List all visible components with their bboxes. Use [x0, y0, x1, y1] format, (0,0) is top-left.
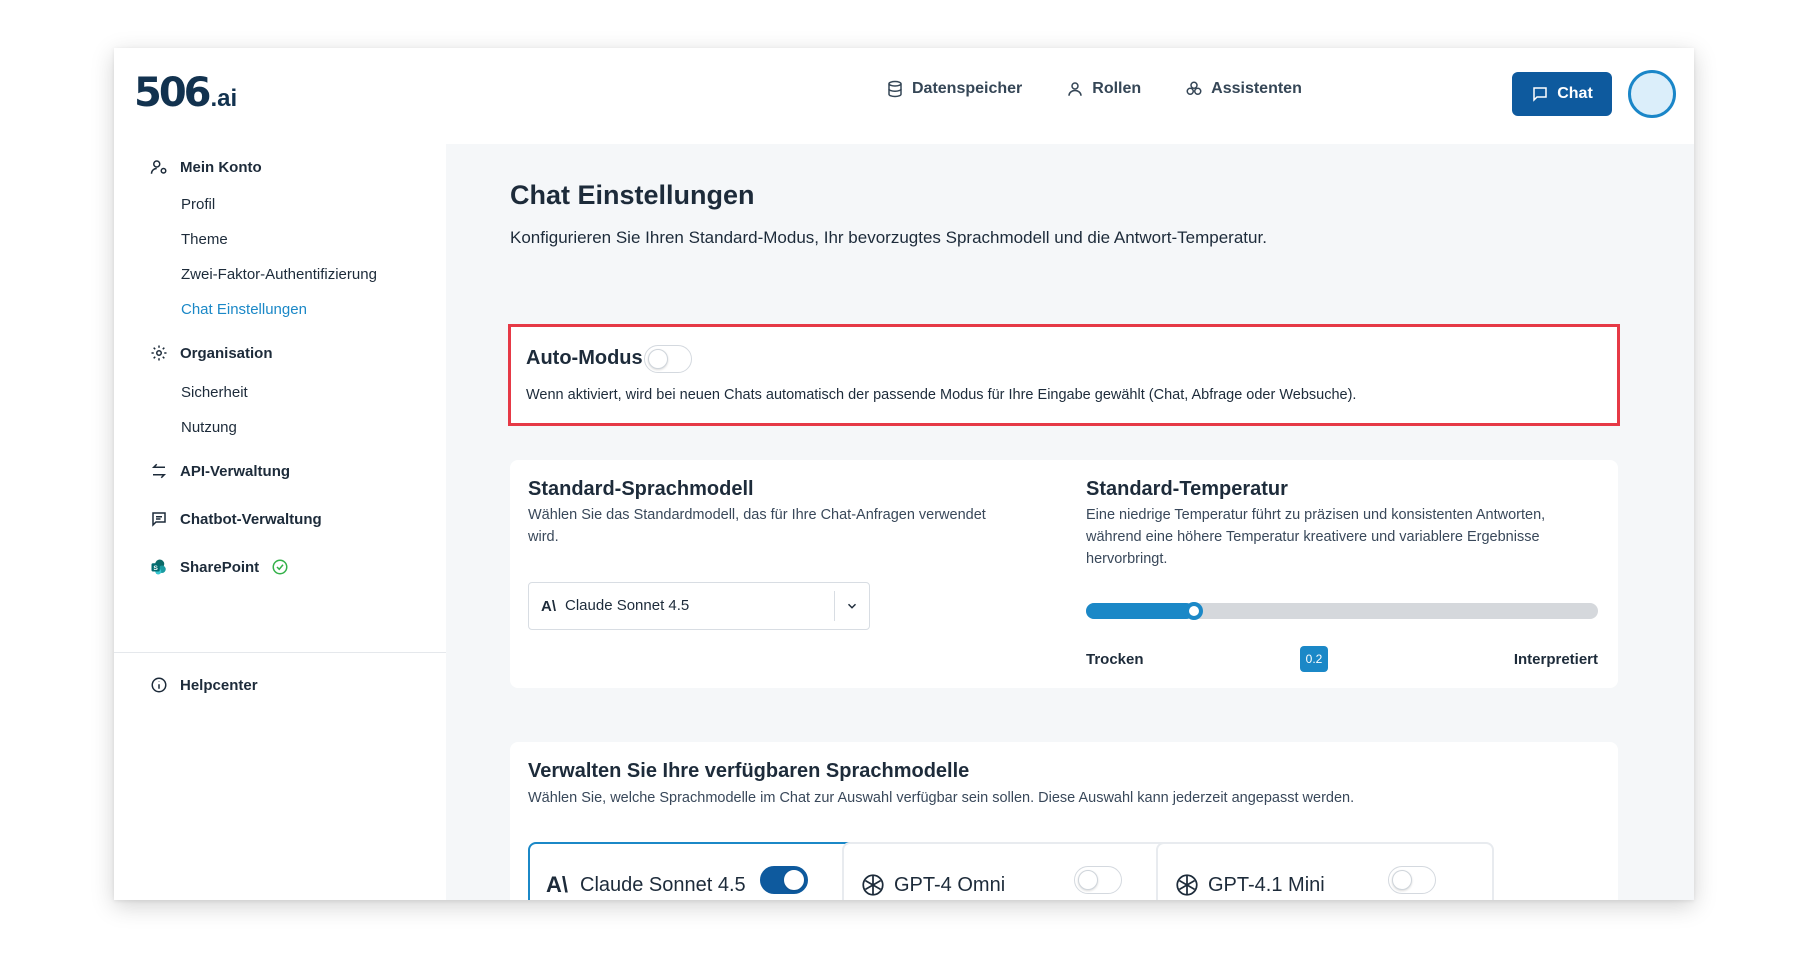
sidebar-group-label: API-Verwaltung	[180, 462, 291, 480]
available-models-card: Verwalten Sie Ihre verfügbaren Sprachmod…	[510, 742, 1618, 900]
chat-button-label: Chat	[1557, 85, 1593, 102]
toggle-knob	[1392, 870, 1412, 890]
sidebar-group-label: SharePoint	[180, 558, 260, 576]
auto-mode-title: Auto-Modus	[526, 347, 643, 369]
page-subtitle: Konfigurieren Sie Ihren Standard-Modus, …	[510, 228, 1267, 247]
sidebar-group-api[interactable]: API-Verwaltung	[150, 462, 290, 480]
default-model-title: Standard-Sprachmodell	[528, 478, 754, 500]
sidebar-item-profil[interactable]: Profil	[181, 196, 215, 213]
assistants-icon	[1186, 81, 1202, 95]
temperature-value-badge: 0.2	[1300, 646, 1328, 672]
anthropic-icon: A\	[541, 598, 556, 615]
nav-rollen-label: Rollen	[1092, 80, 1142, 97]
sidebar-divider	[114, 652, 446, 653]
toggle-knob	[1078, 870, 1098, 890]
avatar[interactable]	[1628, 70, 1676, 118]
sidebar-group-helpcenter[interactable]: Helpcenter	[150, 676, 258, 694]
chat-button[interactable]: Chat	[1512, 72, 1612, 116]
gear-icon	[151, 345, 167, 361]
sidebar-group-mein-konto[interactable]: Mein Konto	[150, 158, 262, 176]
model-toggle[interactable]	[1388, 866, 1436, 894]
info-icon	[151, 677, 167, 693]
message-icon	[152, 512, 166, 527]
nav-assistenten[interactable]: Assistenten	[1185, 80, 1302, 98]
app-window: 506 .ai Datenspeicher Rollen Assistenten…	[114, 48, 1694, 900]
model-toggle[interactable]	[1074, 866, 1122, 894]
top-header: 506 .ai Datenspeicher Rollen Assistenten…	[114, 48, 1694, 144]
model-card-gpt-4-omni[interactable]: GPT-4 Omni	[842, 842, 1180, 900]
sidebar-item-sicherheit[interactable]: Sicherheit	[181, 384, 248, 401]
default-model-select[interactable]: A\ Claude Sonnet 4.5	[528, 582, 870, 630]
sidebar-group-label: Organisation	[180, 344, 273, 362]
sharepoint-icon: S	[151, 559, 166, 575]
model-name: GPT-4 Omni	[894, 874, 1006, 896]
top-nav: Datenspeicher Rollen Assistenten	[886, 80, 1302, 98]
sidebar-group-organisation[interactable]: Organisation	[150, 344, 273, 362]
toggle-knob	[784, 870, 804, 890]
slider-thumb[interactable]	[1185, 602, 1203, 620]
swap-arrows-icon	[151, 463, 167, 479]
temperature-title: Standard-Temperatur	[1086, 478, 1288, 500]
chevron-down-icon	[847, 603, 857, 609]
temperature-max-label: Interpretiert	[1513, 651, 1598, 668]
temperature-slider[interactable]	[1086, 602, 1598, 620]
model-name: GPT-4.1 Mini	[1208, 874, 1325, 896]
slider-fill	[1086, 603, 1194, 619]
auto-mode-toggle[interactable]	[644, 345, 692, 373]
sidebar: Mein Konto Profil Theme Zwei-Faktor-Auth…	[114, 144, 446, 900]
model-toggle[interactable]	[760, 866, 808, 894]
sidebar-item-chat-einstellungen[interactable]: Chat Einstellungen	[181, 301, 307, 318]
sidebar-group-label: Helpcenter	[180, 676, 258, 694]
default-model-value: Claude Sonnet 4.5	[565, 597, 690, 614]
sidebar-item-two-factor[interactable]: Zwei-Faktor-Authentifizierung	[181, 266, 377, 283]
nav-rollen[interactable]: Rollen	[1066, 80, 1141, 98]
anthropic-icon: A\	[546, 872, 568, 897]
openai-icon	[1176, 874, 1198, 896]
sidebar-group-label: Mein Konto	[180, 158, 262, 176]
openai-icon	[862, 874, 884, 896]
sidebar-item-nutzung[interactable]: Nutzung	[181, 419, 237, 436]
sidebar-item-theme[interactable]: Theme	[181, 231, 228, 248]
nav-datenspeicher-label: Datenspeicher	[912, 80, 1023, 97]
model-card-claude-sonnet[interactable]: A\ Claude Sonnet 4.5	[528, 842, 866, 900]
model-card-gpt-41-mini[interactable]: GPT-4.1 Mini	[1156, 842, 1494, 900]
nav-datenspeicher[interactable]: Datenspeicher	[886, 80, 1022, 98]
toggle-knob	[648, 349, 668, 369]
available-models-description: Wählen Sie, welche Sprachmodelle im Chat…	[528, 790, 1355, 806]
chat-icon	[1533, 87, 1547, 102]
sidebar-group-label: Chatbot-Verwaltung	[180, 510, 322, 528]
auto-mode-section: Auto-Modus Wenn aktiviert, wird bei neue…	[508, 324, 1620, 426]
logo-suffix: .ai	[210, 85, 238, 112]
auto-mode-description: Wenn aktiviert, wird bei neuen Chats aut…	[526, 387, 1357, 403]
check-circle-icon	[272, 559, 288, 575]
temperature-description: Eine niedrige Temperatur führt zu präzis…	[1086, 507, 1546, 567]
model-name: Claude Sonnet 4.5	[580, 874, 746, 896]
database-icon	[888, 80, 902, 98]
sidebar-group-chatbot[interactable]: Chatbot-Verwaltung	[150, 510, 322, 528]
default-model-description: Wählen Sie das Standardmodell, das für I…	[528, 507, 986, 545]
svg-text:S: S	[153, 565, 158, 572]
logo-main: 506	[134, 70, 211, 116]
logo[interactable]: 506 .ai	[134, 70, 237, 116]
user-icon	[1068, 82, 1083, 96]
main-content: Chat Einstellungen Konfigurieren Sie Ihr…	[446, 144, 1694, 900]
available-models-title: Verwalten Sie Ihre verfügbaren Sprachmod…	[528, 760, 970, 782]
page-title: Chat Einstellungen	[510, 180, 755, 210]
sidebar-group-sharepoint[interactable]: S SharePoint	[150, 558, 289, 576]
select-divider	[834, 591, 835, 621]
model-temperature-card: Standard-Sprachmodell Wählen Sie das Sta…	[510, 460, 1618, 688]
nav-assistenten-label: Assistenten	[1211, 80, 1302, 97]
user-settings-icon	[150, 160, 167, 174]
temperature-min-label: Trocken	[1086, 651, 1144, 668]
